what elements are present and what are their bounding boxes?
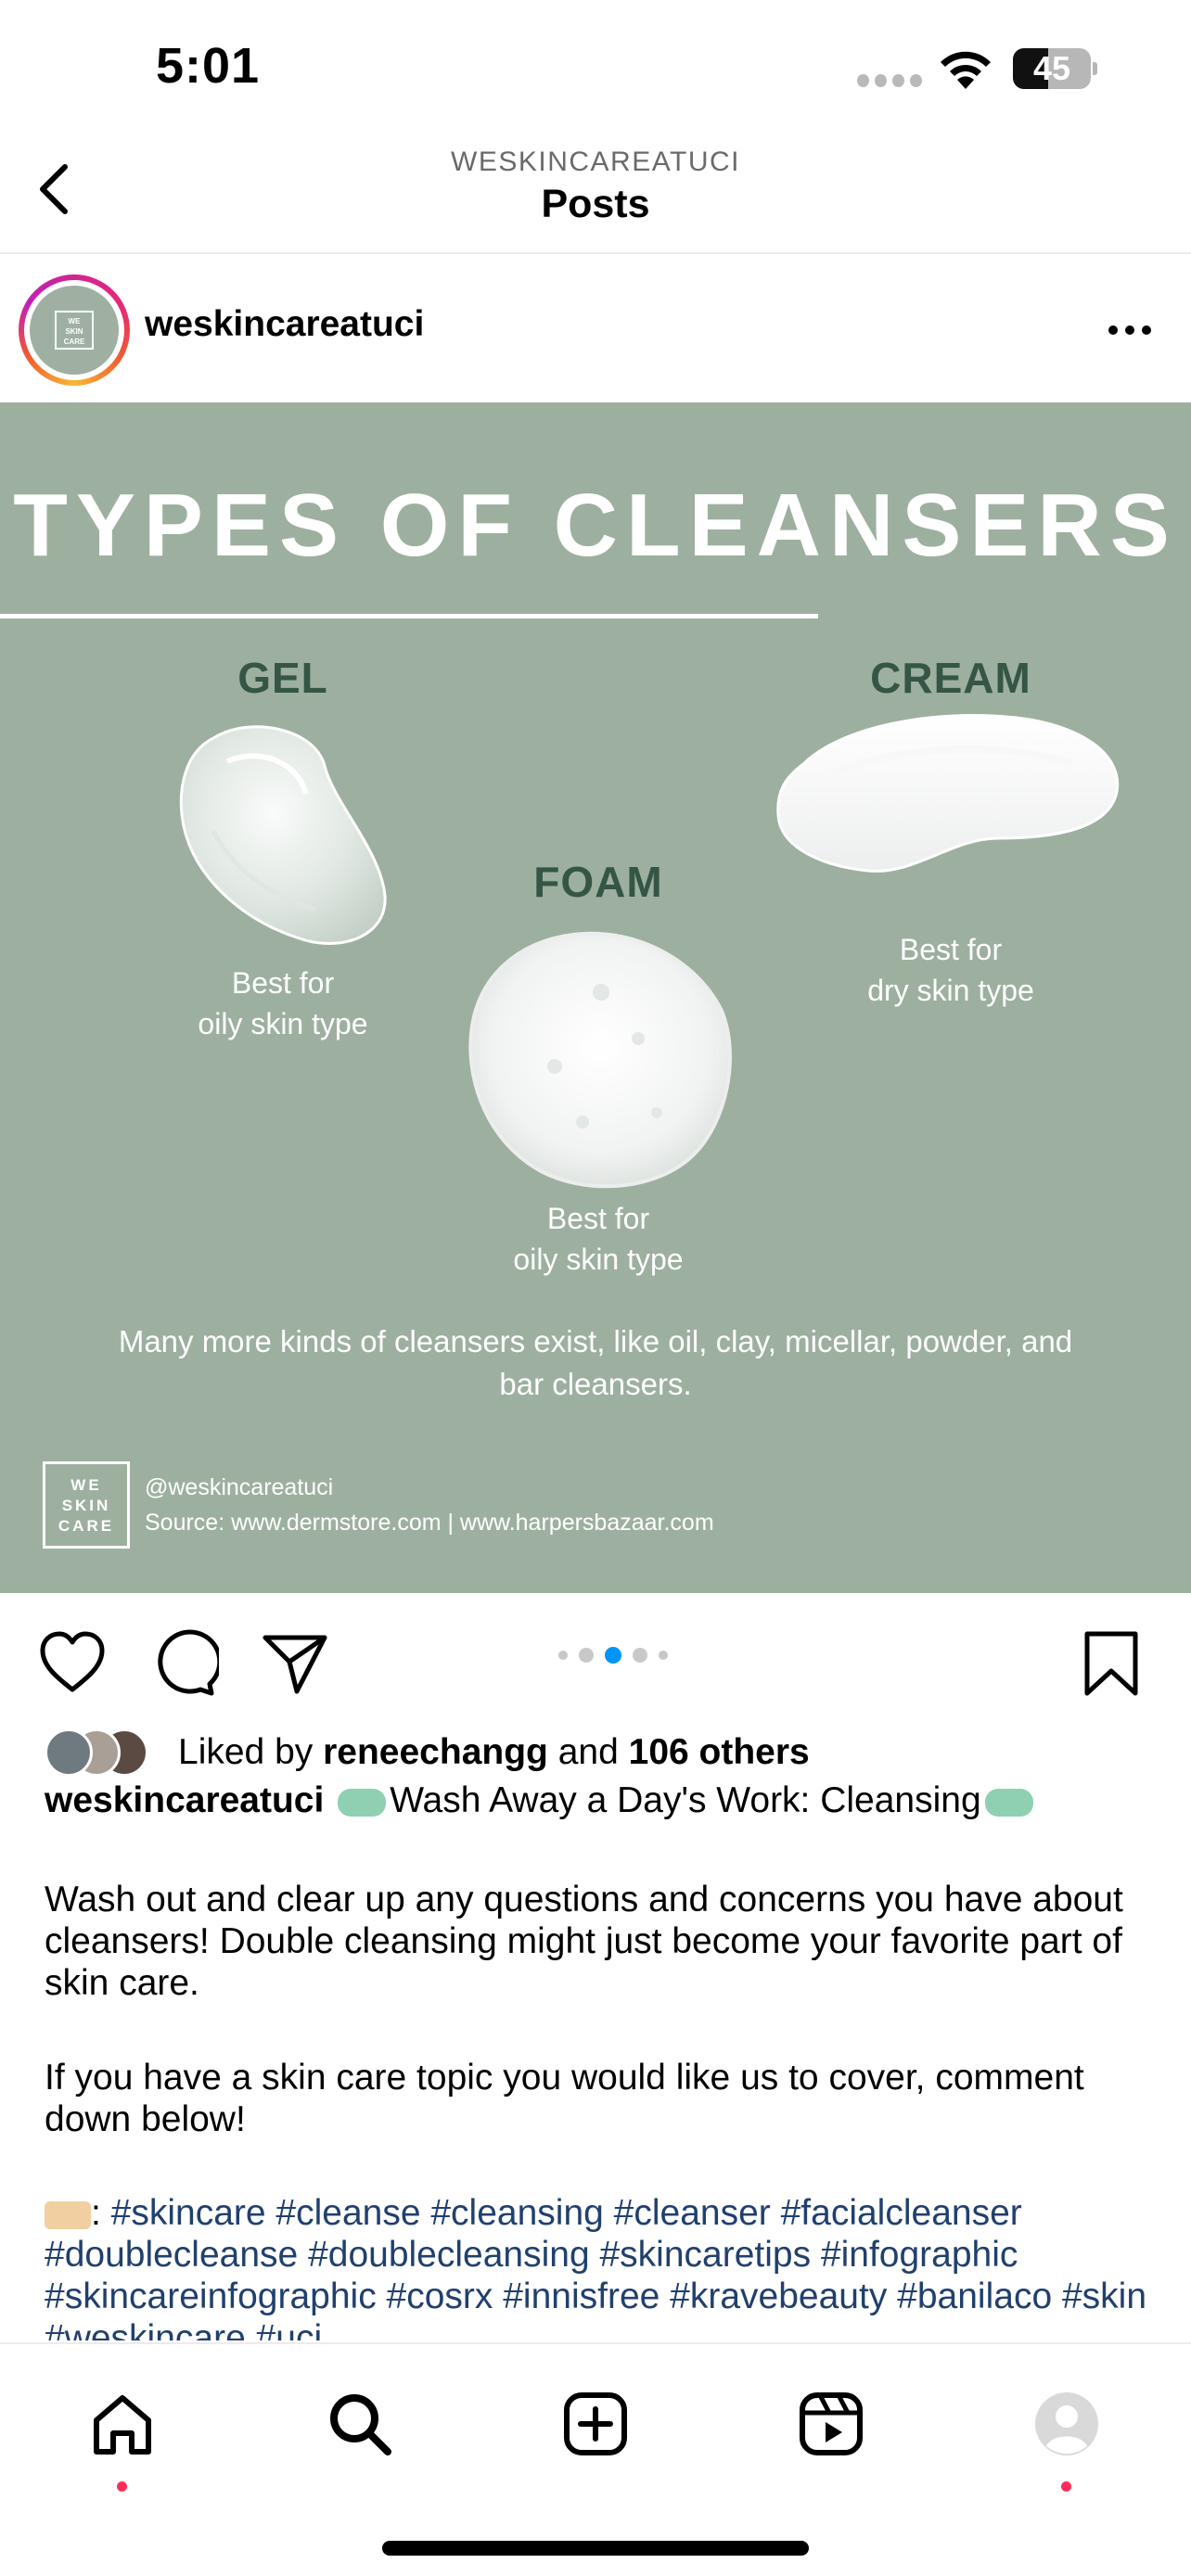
profile-avatar-icon [1035,2392,1098,2455]
plus-square-icon [564,2392,627,2455]
likes-count[interactable]: 106 others [629,1732,810,1772]
gel-caption: Best for oily skin type [198,966,368,1040]
infographic-handle: @weskincareatuci [145,1474,334,1500]
title-divider [0,614,818,618]
share-button[interactable] [260,1628,330,1699]
save-button[interactable] [1076,1628,1146,1699]
home-icon [94,2395,151,2455]
search-icon [330,2394,391,2455]
infographic-title: TYPES OF CLEANSERS [13,476,1178,575]
caption-headline-text: Wash Away a Day's Work: Cleansing [390,1780,981,1820]
caption-paragraph: If you have a skin care topic you would … [45,2058,1084,2139]
profile-notification-dot [1061,2481,1071,2492]
home-indicator [382,2541,809,2556]
more-options-button[interactable] [1104,312,1156,349]
avatar-logo: WE SKIN CARE [55,311,94,350]
soap-emoji-icon [338,1788,387,1817]
ellipsis-icon [1108,325,1118,335]
soap-emoji-icon [984,1788,1033,1817]
liker-avatar [45,1728,93,1777]
page-title: Posts [541,182,650,226]
battery-percent: 45 [1032,49,1071,87]
tab-reels[interactable] [785,2378,877,2470]
foam-cleanser-image [468,931,732,1189]
tab-home[interactable] [76,2378,169,2492]
carousel-dot [558,1651,568,1660]
post-username[interactable]: weskincareatuci [145,304,424,345]
likes-row[interactable]: Liked by reneechangg and 106 others [45,1727,1158,1779]
cream-caption: Best for dry skin type [867,933,1034,1007]
caption-headline: weskincareatuci Wash Away a Day's Work: … [45,1780,1158,1821]
infographic-note: Many more kinds of cleansers exist, like… [118,1324,1073,1401]
cream-cleanser-image [776,713,1120,873]
comment-icon [158,1629,223,1696]
header-account-name: WESKINCAREATUCI [451,147,740,177]
carousel-dot [579,1648,594,1663]
caption-username[interactable]: weskincareatuci [45,1780,324,1820]
gel-label: GEL [237,654,328,702]
label-tag-emoji-icon [45,2200,91,2229]
foam-label: FOAM [533,858,663,906]
tab-search[interactable] [314,2378,406,2470]
home-notification-dot [117,2481,127,2492]
heart-icon [40,1631,105,1692]
liker-username[interactable]: reneechangg [323,1732,548,1772]
bookmark-icon [1084,1631,1138,1696]
cream-label: CREAM [870,654,1031,702]
tab-profile[interactable] [1020,2378,1113,2492]
story-ring-avatar[interactable]: WE SKIN CARE [19,274,130,386]
carousel-dot [659,1651,668,1660]
paper-plane-icon [263,1635,327,1694]
gel-cleanser-image [179,725,387,945]
carousel-dot [605,1647,621,1664]
infographic-source: Source: www.dermstore.com | www.harpersb… [145,1510,714,1536]
tab-create[interactable] [549,2378,642,2470]
post-image[interactable]: TYPES OF CLEANSERS GEL Best for oily skin… [0,402,1191,1593]
comment-button[interactable] [148,1628,223,1699]
foam-caption: Best for oily skin type [513,1202,684,1276]
battery-icon: 45 [1013,48,1097,89]
carousel-dot [633,1648,647,1663]
status-time: 5:01 [156,38,261,94]
nav-header: WESKINCAREATUCI Posts [0,130,1191,254]
hashtag-list[interactable]: #skincare #cleanse #cleansing #cleanser … [45,2193,1146,2340]
reels-icon [800,2392,863,2455]
brand-logo: WE SKIN CARE [43,1461,130,1549]
like-button[interactable] [37,1628,108,1699]
wifi-icon [941,51,991,89]
carousel-indicator [558,1647,668,1664]
post-action-bar [0,1593,1191,1723]
caption-paragraph: Wash out and clear up any questions and … [45,1880,1123,2003]
likes-text: Liked by reneechangg and 106 others [178,1732,810,1772]
post-header: WE SKIN CARE weskincareatuci [0,256,1191,402]
avatar: WE SKIN CARE [30,286,119,375]
status-bar: 5:01 45 [0,0,1191,130]
caption-hashtags: : #skincare #cleanse #cleansing #cleanse… [45,2192,1158,2340]
cellular-signal-icon [857,74,922,87]
